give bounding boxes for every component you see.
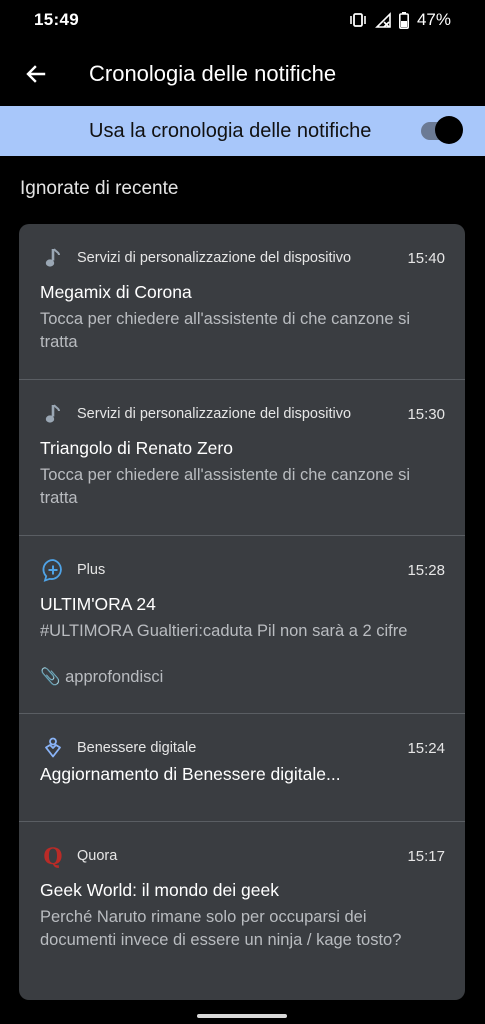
vibrate-icon xyxy=(349,12,367,28)
app-name: Benessere digitale xyxy=(77,740,197,756)
status-bar: 15:49 47% xyxy=(0,0,485,40)
notification-time: 15:40 xyxy=(407,249,445,267)
notification-item[interactable]: Q Quora 15:17 Geek World: il mondo dei g… xyxy=(19,822,465,1000)
switch-label: Usa la cronologia delle notifiche xyxy=(89,119,372,142)
battery-percent: 47% xyxy=(416,10,451,29)
notification-item[interactable]: Servizi di personalizzazione del disposi… xyxy=(19,224,465,380)
plus-chat-icon xyxy=(41,558,65,582)
notification-time: 15:17 xyxy=(407,847,445,865)
notification-body: Tocca per chiedere all'assistente di che… xyxy=(40,466,411,507)
notification-item[interactable]: Servizi di personalizzazione del disposi… xyxy=(19,380,465,536)
notification-title: Geek World: il mondo dei geek xyxy=(40,880,279,900)
status-time: 15:49 xyxy=(34,10,79,29)
no-signal-icon xyxy=(375,12,391,28)
notification-item[interactable]: Plus 15:28 ULTIM'ORA 24 #ULTIMORA Gualti… xyxy=(19,536,465,714)
home-indicator[interactable] xyxy=(197,1014,287,1018)
notification-time: 15:28 xyxy=(407,561,445,579)
svg-text:Q: Q xyxy=(43,844,62,868)
notification-time: 15:24 xyxy=(407,739,445,757)
app-name: Servizi di personalizzazione del disposi… xyxy=(77,250,352,266)
page-title: Cronologia delle notifiche xyxy=(89,61,337,86)
battery-icon xyxy=(398,11,409,29)
recently-dismissed-card: Servizi di personalizzazione del disposi… xyxy=(19,224,465,1000)
notification-title: Triangolo di Renato Zero xyxy=(40,438,233,458)
notification-title: Aggiornamento di Benessere digitale... xyxy=(40,764,341,784)
quora-logo-icon: Q xyxy=(41,844,65,868)
toggle-thumb xyxy=(435,116,463,144)
app-name: Quora xyxy=(77,848,118,864)
notification-link: 📎 approfondisci xyxy=(40,668,164,686)
notification-history-switch-row[interactable]: Usa la cronologia delle notifiche xyxy=(0,106,485,156)
notification-history-toggle[interactable] xyxy=(421,114,463,148)
app-name: Plus xyxy=(77,562,106,578)
music-note-icon xyxy=(41,402,65,426)
notification-item[interactable]: Benessere digitale 15:24 Aggiornamento d… xyxy=(19,714,465,822)
app-bar: Cronologia delle notifiche xyxy=(0,46,485,102)
notification-title: ULTIM'ORA 24 xyxy=(40,594,156,614)
app-name: Servizi di personalizzazione del disposi… xyxy=(77,406,352,422)
arrow-back-icon xyxy=(26,65,46,83)
notification-time: 15:30 xyxy=(407,405,445,423)
notification-body: #ULTIMORA Gualtieri:caduta Pil non sarà … xyxy=(40,622,408,640)
digital-wellbeing-icon xyxy=(41,736,65,760)
music-note-icon xyxy=(41,246,65,270)
notification-body: Perché Naruto rimane solo per occuparsi … xyxy=(40,908,402,949)
notification-body: Tocca per chiedere all'assistente di che… xyxy=(40,310,411,351)
section-title: Ignorate di recente xyxy=(20,178,179,199)
notification-title: Megamix di Corona xyxy=(40,282,192,302)
back-button[interactable] xyxy=(8,46,64,102)
status-icons: 47% xyxy=(349,10,451,30)
